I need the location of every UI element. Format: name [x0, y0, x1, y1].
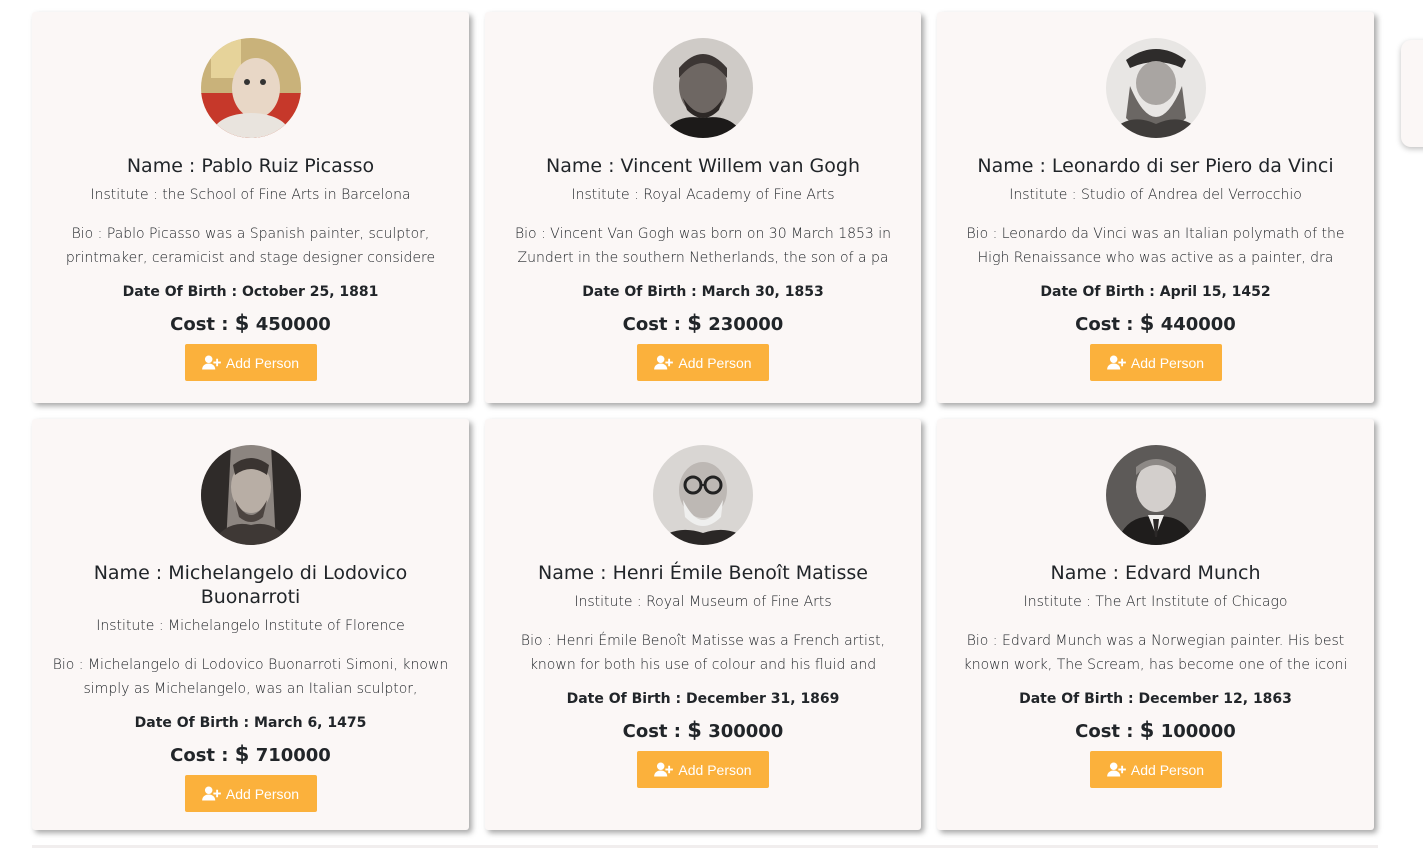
add-person-label: Add Person: [225, 354, 300, 371]
user-plus-icon: [1107, 762, 1126, 777]
artist-date-of-birth: Date Of Birth : March 30, 1853: [582, 284, 824, 300]
artist-bio: Bio : Michelangelo di Lodovico Buonarrot…: [52, 657, 449, 697]
user-plus-icon: [1107, 355, 1126, 370]
cost-label: Cost :: [170, 314, 229, 335]
artist-institute: Institute : Royal Academy of Fine Arts: [571, 187, 835, 203]
cost-value: 710000: [255, 745, 331, 766]
artist-cost: Cost : $ 230000: [499, 311, 907, 337]
dollar-icon: $: [687, 311, 702, 335]
artist-card: Name : Vincent Willem van Gogh Institute…: [485, 12, 921, 403]
portrait-photo: [653, 38, 753, 138]
dollar-icon: $: [687, 718, 702, 742]
artist-cost: Cost : $ 440000: [951, 311, 1360, 337]
cost-label: Cost :: [622, 721, 681, 742]
artist-name: Name : Edvard Munch: [1050, 562, 1261, 584]
dollar-icon: $: [234, 742, 250, 766]
add-person-button[interactable]: Add Person: [184, 775, 317, 812]
add-person-button[interactable]: Add Person: [637, 344, 769, 381]
user-plus-icon: [654, 762, 674, 777]
artist-date-of-birth: Date Of Birth : December 12, 1863: [1019, 691, 1292, 707]
portrait-photo: [1105, 38, 1206, 138]
user-plus-icon: [654, 355, 674, 370]
artist-portrait-avatar: [653, 38, 753, 138]
artist-institute: Institute : Studio of Andrea del Verrocc…: [1009, 187, 1302, 203]
artist-portrait-avatar: [200, 445, 301, 545]
artist-date-of-birth: Date Of Birth : April 15, 1452: [1040, 284, 1271, 300]
portrait-photo: [1105, 445, 1206, 545]
artist-cost: Cost : $ 710000: [46, 742, 455, 768]
artist-bio: Bio : Edvard Munch was a Norwegian paint…: [963, 633, 1348, 673]
artist-bio: Bio : Henri Émile Benoît Matisse was a F…: [520, 633, 886, 673]
add-person-button[interactable]: Add Person: [184, 344, 317, 381]
cost-value: 440000: [1160, 314, 1236, 335]
artist-name: Name : Pablo Ruiz Picasso: [126, 155, 375, 177]
add-person-label: Add Person: [678, 354, 752, 371]
cost-label: Cost :: [1075, 314, 1134, 335]
artist-card: Name : Michelangelo di Lodovico Buonarro…: [32, 419, 469, 830]
cost-value: 450000: [255, 314, 331, 335]
artist-institute: Institute : Royal Museum of Fine Arts: [574, 594, 832, 610]
artist-institute: Institute : the School of Fine Arts in B…: [90, 187, 411, 203]
artist-portrait-avatar: [200, 38, 301, 138]
artist-date-of-birth: Date Of Birth : December 31, 1869: [566, 691, 840, 707]
artist-name: Name : Henri Émile Benoît Matisse: [538, 562, 868, 584]
artist-institute: Institute : The Art Institute of Chicago: [1023, 594, 1288, 610]
artist-portrait-avatar: [653, 445, 753, 545]
portrait-photo: [200, 38, 301, 138]
cost-label: Cost :: [170, 745, 229, 766]
artist-name: Name : Vincent Willem van Gogh: [546, 155, 860, 177]
cost-value: 300000: [708, 721, 784, 742]
add-person-button[interactable]: Add Person: [637, 751, 769, 788]
cost-value: 100000: [1160, 721, 1236, 742]
add-person-button[interactable]: Add Person: [1089, 344, 1222, 381]
artist-bio: Bio : Pablo Picasso was a Spanish painte…: [65, 226, 436, 266]
portrait-photo: [653, 445, 753, 545]
add-person-label: Add Person: [1130, 761, 1205, 778]
side-panel-edge: [1401, 40, 1423, 147]
artist-card: Name : Henri Émile Benoît Matisse Instit…: [485, 419, 921, 830]
add-person-label: Add Person: [1130, 354, 1205, 371]
artist-date-of-birth: Date Of Birth : March 6, 1475: [134, 715, 367, 731]
user-plus-icon: [202, 355, 221, 370]
artist-portrait-avatar: [1105, 38, 1206, 138]
dollar-icon: $: [1139, 311, 1155, 335]
add-person-label: Add Person: [678, 761, 752, 778]
artist-institute: Institute : Michelangelo Institute of Fl…: [96, 618, 405, 634]
add-person-button[interactable]: Add Person: [1089, 751, 1222, 788]
artist-bio: Bio : Vincent Van Gogh was born on 30 Ma…: [514, 226, 892, 266]
artist-card-grid: Name : Pablo Ruiz Picasso Institute : th…: [32, 12, 1374, 830]
artist-card: Name : Pablo Ruiz Picasso Institute : th…: [32, 12, 469, 403]
artist-cost: Cost : $ 300000: [499, 718, 907, 744]
add-person-label: Add Person: [225, 785, 300, 802]
artist-date-of-birth: Date Of Birth : October 25, 1881: [122, 284, 379, 300]
dollar-icon: $: [1139, 718, 1155, 742]
dollar-icon: $: [234, 311, 250, 335]
artist-cost: Cost : $ 100000: [951, 718, 1360, 744]
artist-name: Name : Leonardo di ser Piero da Vinci: [977, 155, 1334, 177]
artist-bio: Bio : Leonardo da Vinci was an Italian p…: [966, 226, 1345, 266]
artist-cost: Cost : $ 450000: [46, 311, 455, 337]
artist-portrait-avatar: [1105, 445, 1206, 545]
cost-value: 230000: [708, 314, 784, 335]
portrait-photo: [200, 445, 301, 545]
user-plus-icon: [202, 786, 221, 801]
cost-label: Cost :: [1075, 721, 1134, 742]
artist-card: Name : Leonardo di ser Piero da Vinci In…: [937, 12, 1374, 403]
cost-label: Cost :: [622, 314, 681, 335]
artist-name: Name : Michelangelo di Lodovico Buonarro…: [93, 562, 408, 608]
artist-card: Name : Edvard Munch Institute : The Art …: [937, 419, 1374, 830]
